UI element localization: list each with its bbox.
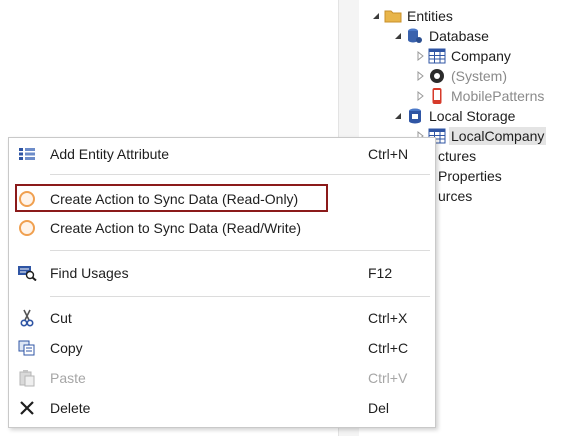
expanded-arrow-icon[interactable] [392, 30, 404, 42]
tree-node-label: (System) [451, 68, 507, 84]
menu-item-label: Create Action to Sync Data (Read/Write) [50, 220, 302, 236]
local-storage-icon [406, 107, 424, 125]
highlight-box [15, 184, 328, 212]
system-module-icon [428, 67, 446, 85]
menu-item-create-sync-read-write[interactable]: Create Action to Sync Data (Read/Write) [9, 214, 435, 242]
expanded-arrow-icon[interactable] [392, 110, 404, 122]
menu-item-find-usages[interactable]: Find Usages F12 [9, 259, 435, 287]
tree-node-label: Local Storage [429, 108, 516, 124]
menu-item-shortcut: Ctrl+N [368, 146, 409, 162]
tree-node-entities[interactable]: Entities [370, 6, 455, 26]
menu-item-shortcut: Ctrl+V [368, 370, 408, 386]
menu-item-label: Copy [50, 340, 83, 356]
expanded-arrow-icon[interactable] [370, 10, 382, 22]
menu-item-shortcut: Ctrl+C [368, 340, 409, 356]
tree-node-label: urces [438, 188, 473, 204]
folder-icon [384, 7, 402, 25]
tree-node-label: Entities [407, 8, 453, 24]
delete-x-icon [17, 399, 37, 417]
tree-node-partial-resources[interactable]: urces [436, 186, 474, 206]
tree-node-label: Database [429, 28, 489, 44]
tree-node-label: Company [451, 48, 511, 64]
menu-item-shortcut: Del [368, 400, 390, 416]
menu-separator [50, 250, 430, 251]
collapsed-arrow-icon[interactable] [414, 70, 426, 82]
scissors-icon [17, 309, 37, 327]
menu-separator [50, 174, 430, 175]
tree-node-partial-properties[interactable]: Properties [436, 166, 504, 186]
tree-node-company[interactable]: Company [414, 46, 513, 66]
tree-node-local-storage[interactable]: Local Storage [392, 106, 517, 126]
menu-item-add-entity-attribute[interactable]: Add Entity Attribute Ctrl+N [9, 140, 435, 168]
menu-item-paste[interactable]: Paste Ctrl+V [9, 364, 435, 392]
database-icon [406, 27, 424, 45]
menu-item-copy[interactable]: Copy Ctrl+C [9, 334, 435, 362]
entity-table-icon [428, 47, 446, 65]
add-attribute-icon [17, 145, 37, 163]
menu-item-delete[interactable]: Delete Del [9, 394, 435, 422]
paste-icon [17, 369, 37, 387]
menu-item-shortcut: F12 [368, 265, 393, 281]
tree-node-database[interactable]: Database [392, 26, 491, 46]
menu-item-label: Cut [50, 310, 72, 326]
tree-node-partial-structures[interactable]: ctures [436, 146, 478, 166]
menu-item-cut[interactable]: Cut Ctrl+X [9, 304, 435, 332]
mobile-module-icon [428, 87, 446, 105]
menu-item-label: Add Entity Attribute [50, 146, 170, 162]
menu-item-label: Paste [50, 370, 86, 386]
menu-item-shortcut: Ctrl+X [368, 310, 408, 326]
tree-node-label: Properties [438, 168, 502, 184]
tree-node-mobilepatterns[interactable]: MobilePatterns [414, 86, 546, 106]
collapsed-arrow-icon[interactable] [414, 90, 426, 102]
copy-icon [17, 339, 37, 357]
tree-node-label: MobilePatterns [451, 88, 545, 104]
menu-item-label: Find Usages [50, 265, 129, 281]
tree-node-label: LocalCompany [449, 127, 547, 145]
context-menu: Add Entity Attribute Ctrl+N Create Actio… [8, 137, 436, 428]
tree-node-system[interactable]: (System) [414, 66, 509, 86]
menu-separator [50, 296, 430, 297]
menu-item-label: Delete [50, 400, 91, 416]
orange-circle-icon [17, 219, 37, 237]
tree-node-label: ctures [438, 148, 477, 164]
find-usages-icon [17, 264, 37, 282]
collapsed-arrow-icon[interactable] [414, 50, 426, 62]
